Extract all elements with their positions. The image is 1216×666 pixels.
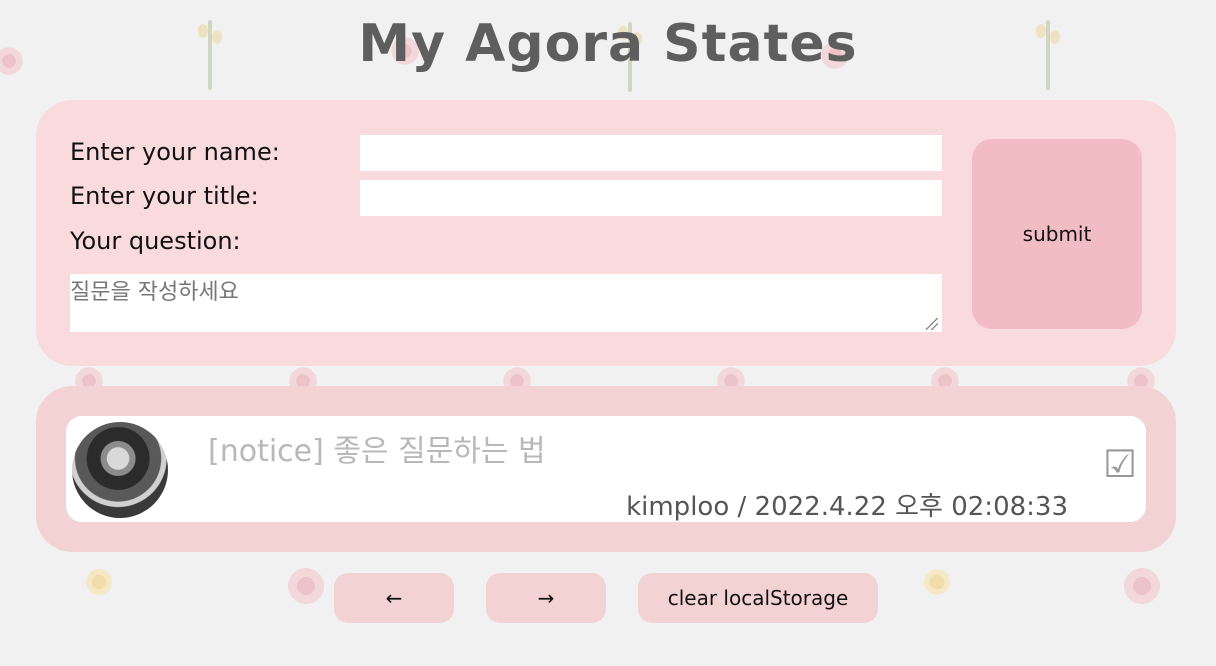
checkbox-icon[interactable]: ☑ — [1102, 445, 1138, 483]
resize-handle-icon[interactable] — [926, 318, 938, 330]
prev-page-button[interactable]: ← — [334, 573, 454, 623]
background-flower-decoration — [84, 568, 114, 596]
discussion-title-link[interactable]: [notice] 좋은 질문하는 법 — [208, 426, 546, 470]
clear-localstorage-button[interactable]: clear localStorage — [638, 573, 878, 623]
next-page-button[interactable]: → — [486, 573, 606, 623]
submit-button[interactable]: submit — [972, 139, 1142, 329]
background-flower-decoration — [1120, 566, 1164, 606]
title-input[interactable] — [360, 180, 942, 216]
discussion-meta: kimploo / 2022.4.22 오후 02:08:33 — [626, 486, 1068, 523]
avatar — [72, 422, 168, 518]
question-form: Enter your name: Enter your title: Your … — [36, 100, 1176, 366]
page-title: My Agora States — [358, 14, 858, 74]
background-flower-decoration — [284, 566, 328, 606]
question-label: Your question: — [70, 227, 241, 255]
discussion-item: [notice] 좋은 질문하는 법 kimploo / 2022.4.22 오… — [66, 416, 1146, 522]
name-input[interactable] — [360, 135, 942, 171]
title-label: Enter your title: — [70, 182, 259, 210]
discussion-list: [notice] 좋은 질문하는 법 kimploo / 2022.4.22 오… — [36, 386, 1176, 552]
background-flower-decoration — [922, 568, 952, 596]
discussion-date: 2022.4.22 오후 02:08:33 — [754, 492, 1068, 522]
discussion-author: kimploo — [626, 492, 730, 522]
meta-separator: / — [729, 492, 755, 522]
question-textarea[interactable] — [70, 274, 942, 332]
name-label: Enter your name: — [70, 138, 280, 166]
